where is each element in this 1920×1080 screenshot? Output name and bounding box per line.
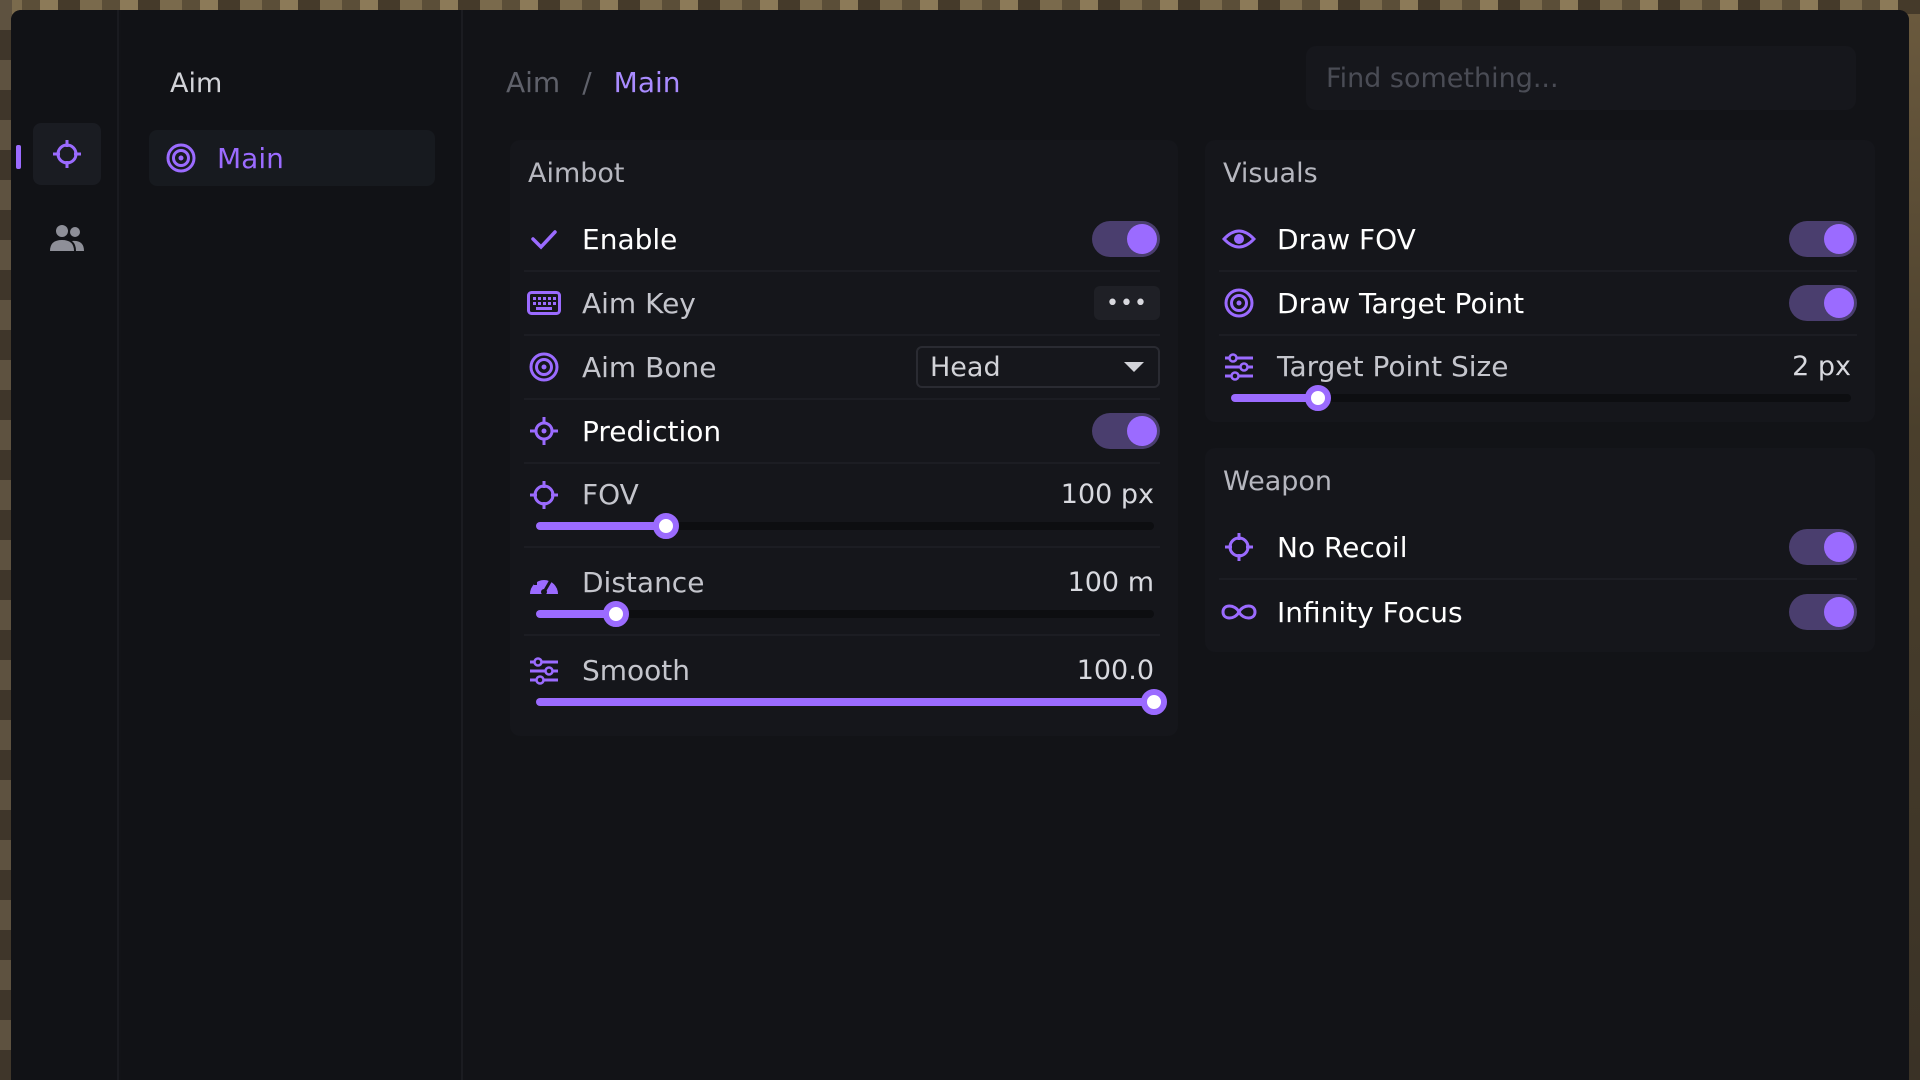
breadcrumb: Aim / Main bbox=[506, 66, 681, 99]
search-box[interactable] bbox=[1306, 46, 1856, 110]
target-point-size-slider-thumb[interactable] bbox=[1304, 385, 1331, 411]
fov-value: 100 px bbox=[1060, 479, 1154, 510]
distance-slider[interactable] bbox=[536, 601, 1154, 627]
sub-navigation: Aim Main bbox=[121, 10, 463, 1080]
sliders-icon bbox=[1219, 352, 1259, 381]
aim-key-label: Aim Key bbox=[582, 286, 696, 320]
smooth-slider[interactable] bbox=[536, 689, 1167, 715]
crosshair-icon bbox=[53, 140, 81, 168]
speedometer-icon bbox=[524, 568, 564, 598]
breadcrumb-current: Main bbox=[613, 66, 681, 99]
prediction-row: Prediction bbox=[524, 400, 1160, 464]
target-icon bbox=[1219, 287, 1259, 319]
smooth-slider-row: Smooth 100.0 bbox=[524, 640, 1167, 724]
draw-target-point-label: Draw Target Point bbox=[1277, 286, 1525, 320]
fov-label: FOV bbox=[582, 478, 639, 511]
breadcrumb-separator: / bbox=[582, 66, 592, 99]
visuals-panel: Visuals Draw FOV Draw Target Point Targe… bbox=[1205, 140, 1875, 422]
aimbot-panel-title: Aimbot bbox=[528, 158, 625, 189]
aim-bone-select[interactable]: Head bbox=[916, 346, 1160, 388]
icon-rail bbox=[11, 10, 119, 1080]
smooth-slider-thumb[interactable] bbox=[1141, 689, 1167, 715]
draw-target-point-row: Draw Target Point bbox=[1219, 272, 1857, 336]
draw-fov-toggle[interactable] bbox=[1789, 221, 1857, 257]
infinity-icon bbox=[1219, 601, 1259, 623]
aim-bone-selected-value: Head bbox=[930, 351, 1001, 383]
distance-value: 100 m bbox=[1067, 567, 1154, 598]
infinity-focus-toggle[interactable] bbox=[1789, 594, 1857, 630]
users-icon bbox=[50, 225, 84, 251]
eye-icon bbox=[1219, 227, 1259, 251]
caret-down-icon bbox=[1124, 362, 1144, 372]
aim-bone-row: Aim Bone Head bbox=[524, 336, 1160, 400]
fov-slider-fill bbox=[536, 522, 666, 530]
rail-active-indicator bbox=[16, 145, 21, 169]
smooth-slider-fill bbox=[536, 698, 1154, 706]
target-icon bbox=[166, 143, 196, 173]
infinity-focus-row: Infinity Focus bbox=[1219, 580, 1857, 644]
no-recoil-toggle[interactable] bbox=[1789, 529, 1857, 565]
distance-label: Distance bbox=[582, 566, 705, 599]
enable-row: Enable bbox=[524, 208, 1160, 272]
fov-slider-thumb[interactable] bbox=[652, 513, 679, 539]
crosshair-icon bbox=[524, 479, 564, 511]
target-icon bbox=[524, 351, 564, 383]
subnav-item-main[interactable]: Main bbox=[149, 130, 435, 186]
weapon-panel-title: Weapon bbox=[1223, 466, 1333, 497]
check-icon bbox=[524, 223, 564, 255]
crosshair-icon bbox=[1219, 531, 1259, 563]
rail-item-players[interactable] bbox=[33, 207, 101, 269]
target-point-size-slider[interactable] bbox=[1231, 385, 1851, 411]
aim-bone-label: Aim Bone bbox=[582, 350, 717, 384]
fov-slider-row: FOV 100 px bbox=[524, 464, 1160, 548]
target-point-size-label: Target Point Size bbox=[1277, 350, 1509, 383]
draw-fov-label: Draw FOV bbox=[1277, 222, 1416, 256]
keyboard-icon bbox=[524, 291, 564, 315]
visuals-panel-title: Visuals bbox=[1223, 158, 1318, 189]
smooth-label: Smooth bbox=[582, 654, 691, 687]
target-point-size-value: 2 px bbox=[1792, 351, 1851, 382]
distance-slider-row: Distance 100 m bbox=[524, 552, 1160, 636]
aim-key-bind-button[interactable]: ••• bbox=[1094, 286, 1160, 320]
target-point-size-slider-row: Target Point Size 2 px bbox=[1219, 336, 1857, 420]
enable-label: Enable bbox=[582, 222, 678, 256]
aimbot-panel: Aimbot Enable Aim Key ••• Aim Bone Head … bbox=[510, 140, 1178, 736]
rail-item-aim[interactable] bbox=[33, 123, 101, 185]
draw-fov-row: Draw FOV bbox=[1219, 208, 1857, 272]
infinity-focus-label: Infinity Focus bbox=[1277, 595, 1463, 629]
crosshair-icon bbox=[524, 415, 564, 447]
smooth-value: 100.0 bbox=[1076, 655, 1154, 686]
no-recoil-row: No Recoil bbox=[1219, 516, 1857, 580]
no-recoil-label: No Recoil bbox=[1277, 530, 1408, 564]
fov-slider[interactable] bbox=[536, 513, 1154, 539]
distance-slider-thumb[interactable] bbox=[603, 601, 630, 627]
subnav-title: Aim bbox=[170, 68, 223, 99]
prediction-label: Prediction bbox=[582, 414, 722, 448]
search-input[interactable] bbox=[1326, 62, 1856, 94]
draw-target-point-toggle[interactable] bbox=[1789, 285, 1857, 321]
main-content: Aim / Main Aimbot Enable bbox=[465, 10, 1909, 1080]
breadcrumb-root[interactable]: Aim bbox=[506, 66, 560, 99]
subnav-item-label: Main bbox=[217, 141, 284, 175]
enable-toggle[interactable] bbox=[1092, 221, 1160, 257]
weapon-panel: Weapon No Recoil Infinity Focus bbox=[1205, 448, 1875, 652]
app-window: Aim Main Aim / Main Aimbot bbox=[11, 10, 1909, 1080]
sliders-icon bbox=[524, 656, 564, 685]
aim-key-row: Aim Key ••• bbox=[524, 272, 1160, 336]
prediction-toggle[interactable] bbox=[1092, 413, 1160, 449]
